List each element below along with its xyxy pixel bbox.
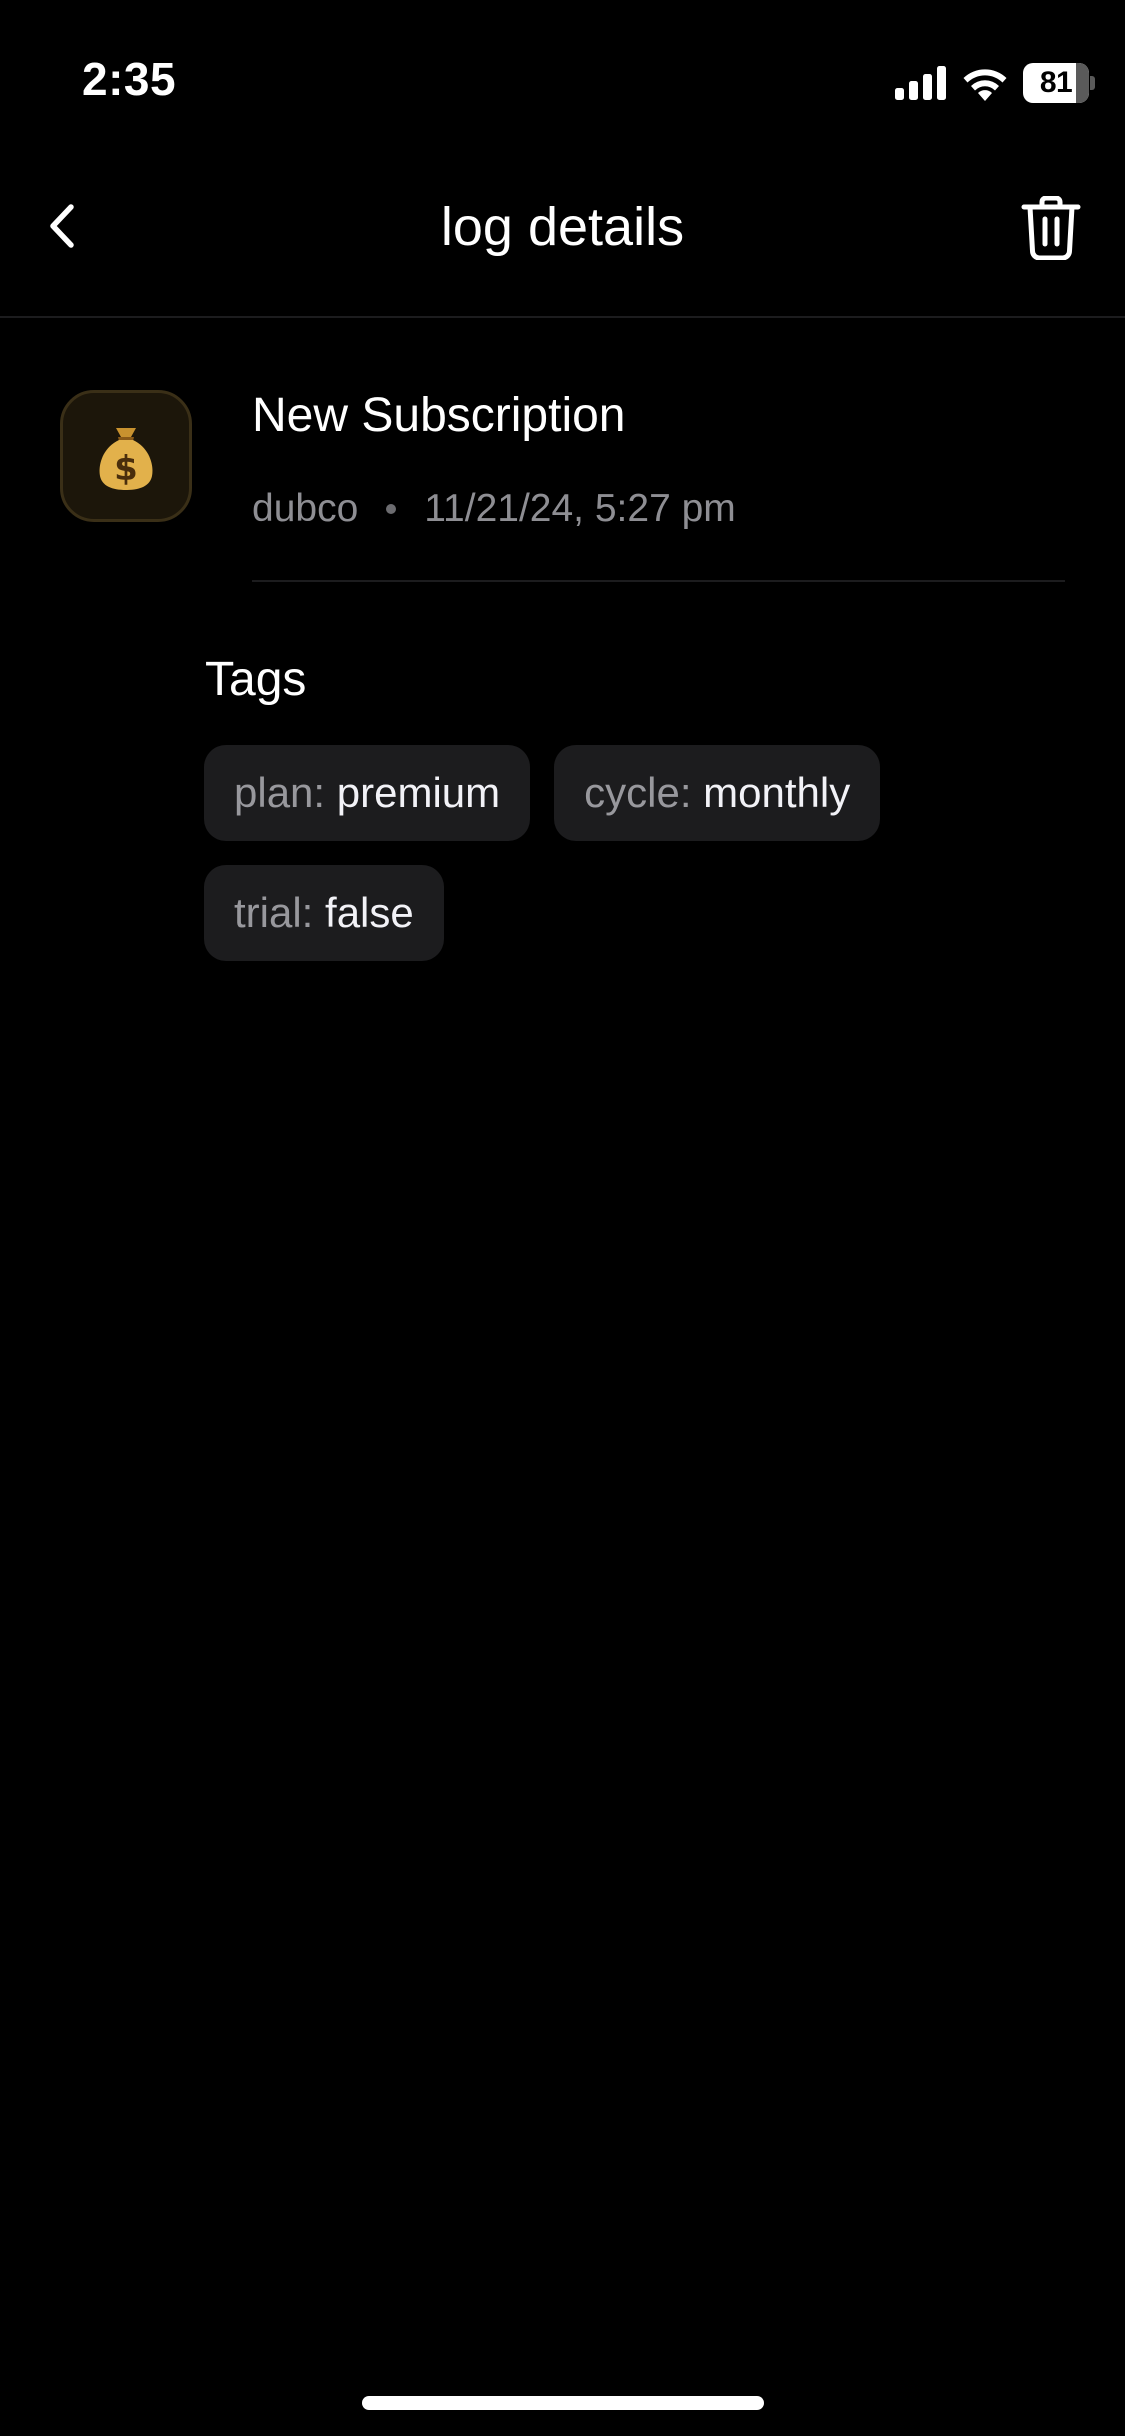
status-time: 2:35 (82, 53, 177, 105)
nav-header: log details (0, 160, 1125, 318)
status-bar: 2:35 81 (0, 0, 1125, 160)
log-avatar: $ (60, 390, 192, 522)
trash-icon (1021, 195, 1081, 265)
tag-value: false (325, 889, 414, 936)
svg-text:$: $ (114, 449, 138, 489)
tags-heading: Tags (205, 653, 307, 706)
tag-chip[interactable]: trial: false (204, 865, 444, 961)
battery-cap (1090, 76, 1095, 90)
status-icons: 81 (895, 58, 1095, 108)
home-indicator[interactable] (362, 2396, 764, 2410)
tag-value: premium (336, 769, 501, 816)
tag-key: cycle: (584, 769, 692, 816)
tag-chip[interactable]: cycle: monthly (554, 745, 881, 841)
divider (252, 580, 1065, 582)
log-source: dubco (252, 487, 359, 530)
tag-chip[interactable]: plan: premium (204, 745, 531, 841)
page-title: log details (440, 197, 685, 257)
log-title: New Subscription (252, 389, 626, 442)
tag-key: trial: (234, 889, 314, 936)
tag-value: monthly (703, 769, 851, 816)
log-meta: dubco 11/21/24, 5:27 pm (252, 486, 736, 532)
log-timestamp: 11/21/24, 5:27 pm (424, 487, 736, 530)
money-bag-icon: $ (94, 420, 158, 492)
tag-key: plan: (234, 769, 326, 816)
delete-button[interactable] (1017, 195, 1085, 265)
meta-separator-dot (386, 504, 397, 514)
cellular-signal-icon (895, 66, 947, 100)
wifi-icon (961, 65, 1009, 101)
battery-icon: 81 (1023, 63, 1095, 103)
battery-percentage: 81 (1039, 66, 1073, 99)
tags-list: plan: premium cycle: monthly trial: fals… (204, 745, 964, 961)
